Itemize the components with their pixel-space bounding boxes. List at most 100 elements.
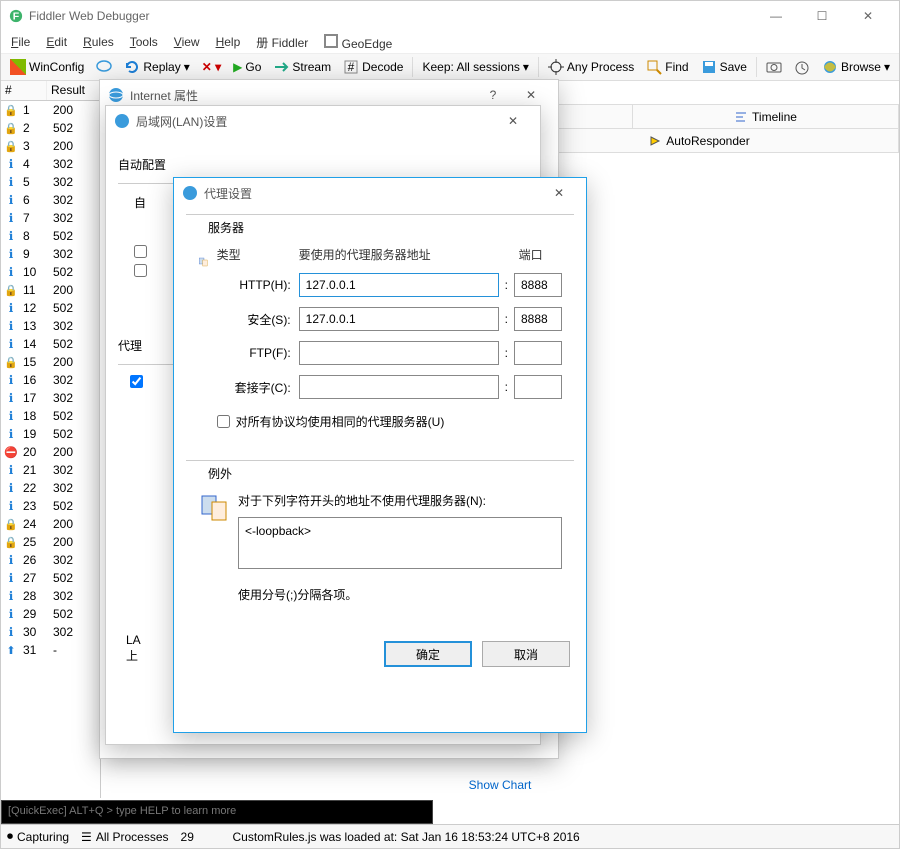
session-icon	[1, 644, 21, 657]
session-row[interactable]: 30302	[1, 623, 100, 641]
session-row[interactable]: 24200	[1, 515, 100, 533]
svg-text:F: F	[13, 11, 20, 23]
session-icon	[1, 356, 21, 369]
http-label: HTTP(H):	[217, 278, 299, 292]
session-row[interactable]: 20200	[1, 443, 100, 461]
session-row[interactable]: 12502	[1, 299, 100, 317]
menu-edit[interactable]: Edit	[40, 33, 73, 51]
session-row[interactable]: 3200	[1, 137, 100, 155]
col-result[interactable]: Result	[47, 81, 100, 100]
close-button[interactable]: ✕	[845, 1, 891, 31]
minimize-button[interactable]: —	[753, 1, 799, 31]
session-row[interactable]: 25200	[1, 533, 100, 551]
session-row[interactable]: 6302	[1, 191, 100, 209]
socket-label: 套接字(C):	[217, 379, 299, 396]
same-proxy-checkbox[interactable]	[217, 415, 230, 428]
window-title: Fiddler Web Debugger	[29, 9, 150, 23]
menu-geoedge[interactable]: GeoEdge	[318, 32, 398, 53]
status-all-processes[interactable]: ☰All Processes	[81, 830, 168, 844]
ftp-port-input[interactable]	[514, 341, 562, 365]
session-row[interactable]: 2502	[1, 119, 100, 137]
screenshot-button[interactable]	[761, 57, 787, 77]
proxy-cancel-button[interactable]: 取消	[482, 641, 570, 667]
menu-tools[interactable]: Tools	[124, 33, 164, 51]
session-row[interactable]: 1200	[1, 101, 100, 119]
go-button[interactable]: ▶Go	[228, 58, 266, 76]
tab-timeline[interactable]: Timeline	[633, 105, 899, 128]
session-row[interactable]: 11200	[1, 281, 100, 299]
save-button[interactable]: Save	[696, 57, 752, 77]
session-row[interactable]: 4302	[1, 155, 100, 173]
socket-address-input[interactable]	[299, 375, 499, 399]
menu-fiddler-book[interactable]: 册 Fiddler	[250, 32, 314, 53]
show-chart-link[interactable]: Show Chart	[469, 778, 532, 792]
find-icon	[646, 59, 662, 75]
timeline-icon	[734, 110, 748, 124]
maximize-button[interactable]: ☐	[799, 1, 845, 31]
quickexec-bar[interactable]: [QuickExec] ALT+Q > type HELP to learn m…	[1, 800, 433, 824]
menu-rules[interactable]: Rules	[77, 33, 120, 51]
secure-port-input[interactable]	[514, 307, 562, 331]
session-row[interactable]: 28302	[1, 587, 100, 605]
internet-dialog-title: Internet 属性	[130, 87, 198, 104]
proxy-close-button[interactable]: ✕	[540, 179, 578, 207]
tab-autoresponder[interactable]: AutoResponder	[500, 129, 899, 152]
session-icon	[1, 211, 21, 225]
proxy-settings-dialog: 代理设置 ✕ 服务器 类型 要使用的代理服务器地址 端口 HTTP(H): :	[173, 177, 587, 733]
use-proxy-checkbox[interactable]	[130, 375, 143, 388]
http-port-input[interactable]	[514, 273, 562, 297]
menu-view[interactable]: View	[168, 33, 206, 51]
menubar: File Edit Rules Tools View Help 册 Fiddle…	[1, 31, 899, 53]
menu-file[interactable]: File	[5, 33, 36, 51]
replay-button[interactable]: Replay ▾	[119, 57, 194, 77]
lan-close-button[interactable]: ✕	[494, 107, 532, 135]
session-row[interactable]: 16302	[1, 371, 100, 389]
proxy-dialog-title: 代理设置	[204, 185, 252, 202]
comment-button[interactable]	[91, 57, 117, 77]
keep-sessions-dropdown[interactable]: Keep: All sessions ▾	[417, 58, 533, 76]
winconfig-button[interactable]: WinConfig	[5, 57, 89, 77]
remove-button[interactable]: ✕ ▾	[197, 58, 226, 76]
session-icon	[1, 518, 21, 531]
session-icon	[1, 607, 21, 621]
menu-help[interactable]: Help	[210, 33, 247, 51]
session-row[interactable]: 9302	[1, 245, 100, 263]
session-row[interactable]: 27502	[1, 569, 100, 587]
http-address-input[interactable]	[299, 273, 499, 297]
decode-button[interactable]: #Decode	[338, 57, 408, 77]
processes-icon: ☰	[81, 830, 92, 844]
session-row[interactable]: 10502	[1, 263, 100, 281]
exceptions-group-label: 例外	[204, 465, 236, 482]
col-number[interactable]: #	[1, 81, 47, 100]
session-row[interactable]: 18502	[1, 407, 100, 425]
stream-button[interactable]: Stream	[268, 57, 336, 77]
session-row[interactable]: 13302	[1, 317, 100, 335]
socket-port-input[interactable]	[514, 375, 562, 399]
use-script-checkbox[interactable]	[134, 264, 147, 277]
ftp-address-input[interactable]	[299, 341, 499, 365]
session-row[interactable]: 21302	[1, 461, 100, 479]
session-row[interactable]: 7302	[1, 209, 100, 227]
session-row[interactable]: 26302	[1, 551, 100, 569]
session-row[interactable]: 23502	[1, 497, 100, 515]
session-row[interactable]: 19502	[1, 425, 100, 443]
session-row[interactable]: 5302	[1, 173, 100, 191]
session-row[interactable]: 22302	[1, 479, 100, 497]
exceptions-textarea[interactable]: <-loopback>	[238, 517, 562, 569]
any-process-button[interactable]: Any Process	[543, 57, 639, 77]
session-row[interactable]: 31-	[1, 641, 100, 659]
find-button[interactable]: Find	[641, 57, 693, 77]
browse-button[interactable]: Browse ▾	[817, 57, 895, 77]
session-icon	[1, 157, 21, 171]
session-row[interactable]: 14502	[1, 335, 100, 353]
session-row[interactable]: 17302	[1, 389, 100, 407]
proxy-ok-button[interactable]: 确定	[384, 641, 472, 667]
session-row[interactable]: 29502	[1, 605, 100, 623]
auto-detect-checkbox[interactable]	[134, 245, 147, 258]
secure-address-input[interactable]	[299, 307, 499, 331]
session-row[interactable]: 15200	[1, 353, 100, 371]
status-capturing[interactable]: ⏺Capturing	[7, 829, 69, 844]
session-row[interactable]: 8502	[1, 227, 100, 245]
timer-button[interactable]	[789, 57, 815, 77]
internet-icon	[108, 87, 124, 103]
